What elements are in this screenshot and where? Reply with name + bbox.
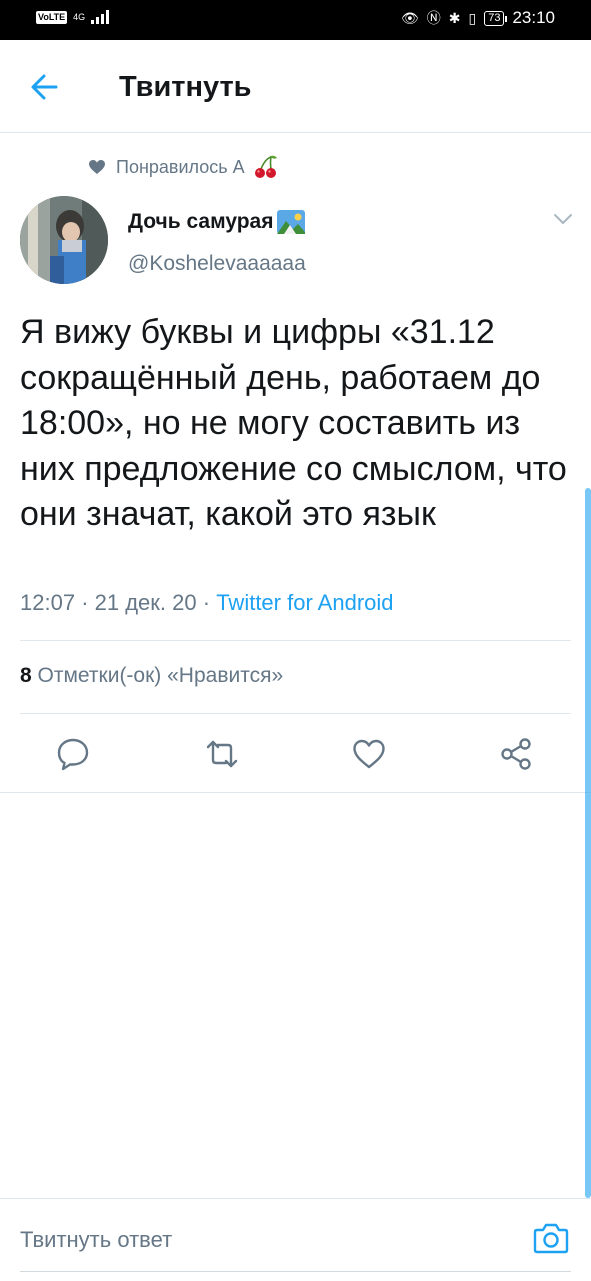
comment-icon[interactable] xyxy=(55,736,91,772)
cherry-emoji-icon xyxy=(254,155,277,178)
avatar-image xyxy=(20,196,108,284)
tweet-meta: 12:07 · 21 дек. 20 · Twitter for Android xyxy=(20,590,394,616)
top-app-bar: Твитнуть xyxy=(0,40,591,133)
nfc-icon: Ⓝ xyxy=(426,10,441,26)
divider xyxy=(0,792,591,793)
reply-bar: Твитнуть ответ xyxy=(0,1198,591,1281)
arrow-left-icon[interactable] xyxy=(26,70,66,104)
tweet-time: 12:07 xyxy=(20,590,76,615)
avatar[interactable] xyxy=(20,196,108,284)
bluetooth-icon: ✱ xyxy=(448,10,461,26)
divider xyxy=(20,713,571,714)
reply-input-underline xyxy=(20,1271,571,1272)
eye-comfort-icon: 👁 xyxy=(400,10,419,26)
reply-input[interactable]: Твитнуть ответ xyxy=(20,1227,172,1253)
status-right: 👁 Ⓝ ✱ ▯ 73 23:10 xyxy=(401,8,555,28)
likes-stat[interactable]: 8 Отметки(-ок) «Нравится» xyxy=(20,664,283,688)
network-type: 4G xyxy=(73,11,86,22)
likes-count: 8 xyxy=(20,664,32,687)
signal-icon xyxy=(91,10,110,24)
clock: 23:10 xyxy=(512,8,555,27)
heart-icon[interactable] xyxy=(351,736,387,772)
retweet-icon[interactable] xyxy=(204,736,240,772)
page-title: Твитнуть xyxy=(119,71,252,103)
volte-indicator: VoLTE xyxy=(36,10,68,24)
heart-icon xyxy=(89,160,105,174)
tweet-actions xyxy=(0,726,591,782)
chevron-down-icon[interactable] xyxy=(552,212,574,226)
tweet-source-link[interactable]: Twitter for Android xyxy=(216,590,393,615)
author-name-row[interactable]: Дочь самурая xyxy=(128,209,306,235)
social-context-label: Понравилось А xyxy=(116,156,245,177)
share-icon[interactable] xyxy=(498,736,534,772)
landscape-emoji-icon xyxy=(276,210,305,234)
meta-separator: · xyxy=(81,590,95,615)
tweet-date: 21 дек. 20 xyxy=(94,590,197,615)
author-handle[interactable]: @Koshelevaaaaaa xyxy=(128,252,306,276)
meta-separator: · xyxy=(202,590,217,615)
author-name[interactable]: Дочь самурая xyxy=(128,210,274,234)
scrollbar[interactable] xyxy=(585,488,591,1198)
status-bar: VoLTE 4G 👁 Ⓝ ✱ ▯ 73 23:10 xyxy=(0,0,591,40)
status-left: VoLTE 4G xyxy=(36,10,110,24)
battery-icon: 73 xyxy=(484,10,508,26)
likes-label: Отметки(-ок) «Нравится» xyxy=(37,664,284,687)
social-context[interactable]: Понравилось А xyxy=(88,154,279,180)
divider xyxy=(20,640,571,641)
vibrate-icon: ▯ xyxy=(468,10,477,26)
camera-icon[interactable] xyxy=(532,1221,570,1255)
tweet-text: Я вижу буквы и цифры «31.12 сокращённый … xyxy=(20,313,567,533)
